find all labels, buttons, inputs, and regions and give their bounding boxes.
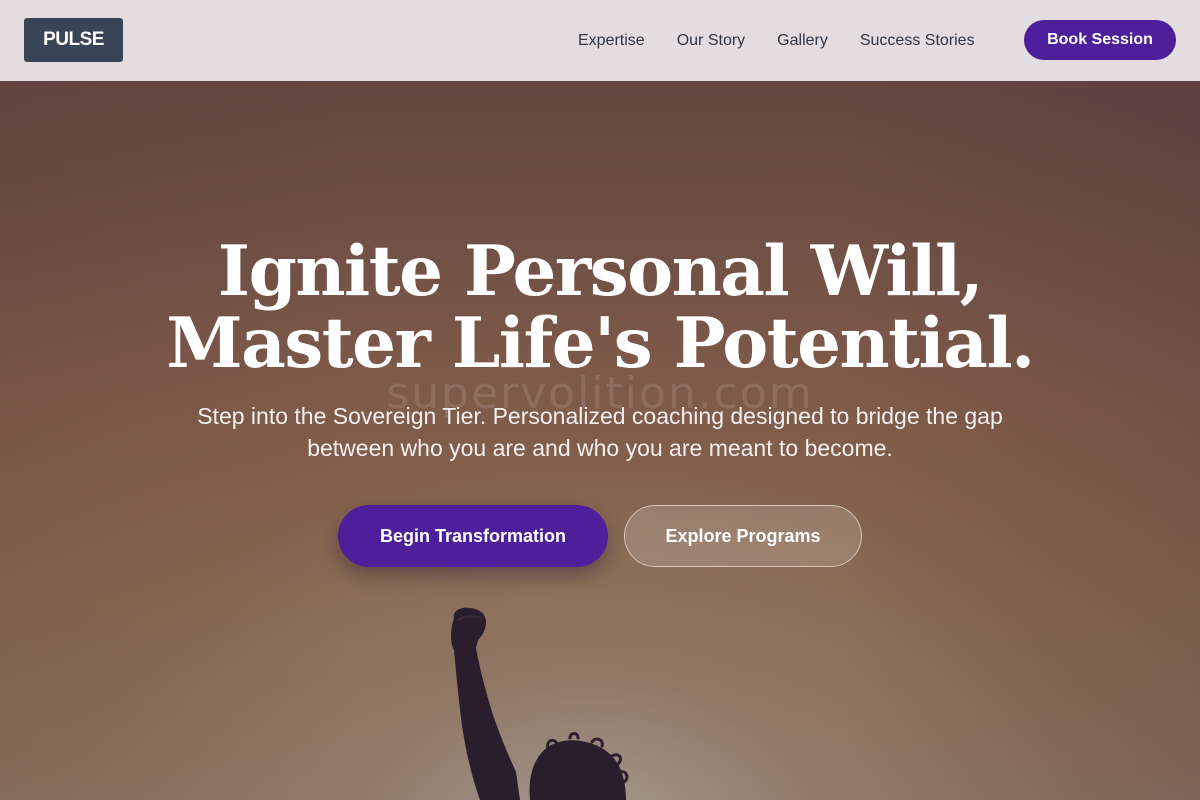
hero-title-line-2: Master Life's Potential. xyxy=(166,303,1035,384)
begin-transformation-button[interactable]: Begin Transformation xyxy=(338,505,608,567)
hero-title: Ignite Personal Will, Master Life's Pote… xyxy=(0,236,1200,380)
book-session-button[interactable]: Book Session xyxy=(1024,20,1176,60)
nav-link-success-stories[interactable]: Success Stories xyxy=(860,32,975,50)
hero-title-line-1: Ignite Personal Will, xyxy=(217,231,984,312)
nav-links: Expertise Our Story Gallery Success Stor… xyxy=(562,0,991,81)
logo[interactable]: PULSE xyxy=(24,18,123,62)
navbar: PULSE Expertise Our Story Gallery Succes… xyxy=(0,0,1200,81)
nav-link-expertise[interactable]: Expertise xyxy=(578,32,645,50)
nav-link-our-story[interactable]: Our Story xyxy=(677,32,745,50)
nav-link-gallery[interactable]: Gallery xyxy=(777,32,828,50)
hero-subtitle: Step into the Sovereign Tier. Personaliz… xyxy=(197,403,1003,461)
explore-programs-button[interactable]: Explore Programs xyxy=(624,505,862,567)
person-silhouette-image xyxy=(451,607,629,800)
